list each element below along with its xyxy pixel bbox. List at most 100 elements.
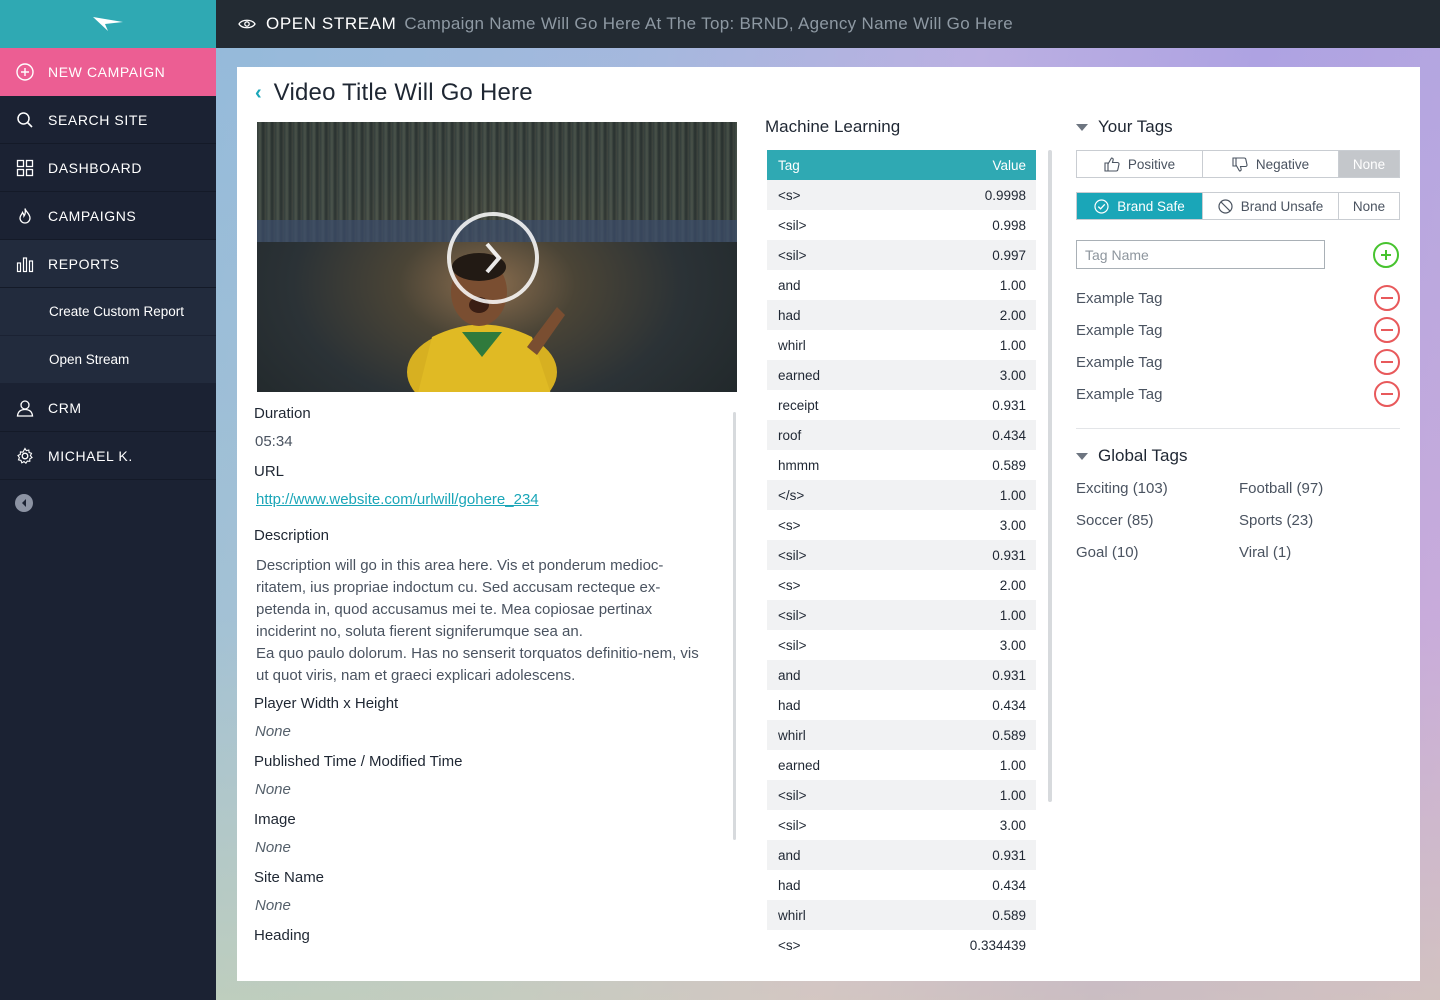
ml-value-cell: 0.931 — [992, 397, 1026, 413]
global-tags-header[interactable]: Global Tags — [1076, 446, 1187, 466]
global-tag[interactable]: Viral (1) — [1239, 544, 1291, 561]
url-label: URL — [254, 463, 285, 480]
global-tag[interactable]: Exciting (103) — [1076, 480, 1168, 497]
collapse-sidebar-button[interactable] — [15, 494, 33, 512]
ml-tag-cell: had — [778, 877, 801, 893]
video-player[interactable] — [257, 122, 737, 392]
ml-value-cell: 0.998 — [992, 217, 1026, 233]
ml-tag-cell: <sil> — [778, 247, 807, 263]
sidebar-item-label: CRM — [48, 399, 82, 416]
play-icon — [485, 242, 502, 274]
ml-scrollbar[interactable] — [1048, 150, 1052, 802]
sidebar-item-reports[interactable]: REPORTS — [0, 240, 216, 288]
ml-tag-cell: and — [778, 847, 801, 863]
table-row: <s> 0.334439 — [767, 930, 1036, 960]
ml-value-cell: 3.00 — [999, 637, 1026, 653]
ml-tag-cell: and — [778, 667, 801, 683]
sidebar-subitem-create-custom-report[interactable]: Create Custom Report — [0, 288, 216, 336]
back-chevron-icon[interactable]: ‹ — [255, 82, 262, 105]
ml-value-cell: 3.00 — [999, 517, 1026, 533]
positive-option[interactable]: Positive — [1077, 151, 1203, 177]
logo[interactable] — [0, 0, 216, 48]
bar-chart-icon — [16, 255, 34, 273]
remove-tag-button[interactable] — [1374, 349, 1400, 375]
gear-icon — [16, 446, 34, 465]
ml-table: Tag Value <s> 0.9998 <sil> 0.998 <sil> 0.997 a… — [767, 150, 1036, 980]
remove-tag-button[interactable] — [1374, 381, 1400, 407]
ml-value-cell: 1.00 — [999, 607, 1026, 623]
minus-icon — [1381, 297, 1393, 299]
sidebar-subitem-open-stream[interactable]: Open Stream — [0, 336, 216, 384]
global-tag[interactable]: Soccer (85) — [1076, 512, 1154, 529]
remove-tag-button[interactable] — [1374, 285, 1400, 311]
table-row: had 2.00 — [767, 300, 1036, 330]
table-row: <s> 3.00 — [767, 510, 1036, 540]
eye-icon — [238, 18, 256, 30]
details-scrollbar[interactable] — [733, 412, 736, 840]
grid-icon — [16, 159, 34, 177]
brand-unsafe-option[interactable]: Brand Unsafe — [1203, 193, 1339, 219]
table-row: had 0.434 — [767, 870, 1036, 900]
ml-value-cell: 2.00 — [999, 577, 1026, 593]
sidebar-item-account[interactable]: MICHAEL K. — [0, 432, 216, 480]
ml-value-cell: 1.00 — [999, 487, 1026, 503]
main-card: ‹ Video Title Will Go Here Duration 05:3… — [237, 67, 1420, 981]
video-title: Video Title Will Go Here — [273, 79, 533, 106]
global-tag[interactable]: Goal (10) — [1076, 544, 1139, 561]
new-campaign-button[interactable]: NEW CAMPAIGN — [0, 48, 216, 96]
play-button[interactable] — [447, 212, 539, 304]
your-tags-header[interactable]: Your Tags — [1076, 117, 1173, 137]
brand-safe-option[interactable]: Brand Safe — [1077, 193, 1203, 219]
negative-label: Negative — [1255, 156, 1310, 172]
ml-value-cell: 0.589 — [992, 727, 1026, 743]
ml-value-cell: 0.334439 — [969, 937, 1026, 953]
sentiment-none-option[interactable]: None — [1339, 151, 1399, 177]
ml-value-cell: 0.931 — [992, 847, 1026, 863]
table-row: earned 3.00 — [767, 360, 1036, 390]
ml-tag-cell: had — [778, 307, 801, 323]
user-tag-label: Example Tag — [1076, 385, 1163, 403]
minus-icon — [1381, 393, 1393, 395]
url-link[interactable]: http://www.website.com/urlwill/gohere_23… — [256, 491, 724, 513]
tag-name-input[interactable] — [1076, 240, 1325, 269]
ml-value-cell: 2.00 — [999, 307, 1026, 323]
description-paragraph: Description will go in this area here. V… — [256, 557, 664, 640]
ml-value-cell: 0.434 — [992, 427, 1026, 443]
plus-icon — [1381, 250, 1391, 260]
top-bar: OPEN STREAM Campaign Name Will Go Here A… — [216, 0, 1440, 48]
global-tag[interactable]: Football (97) — [1239, 480, 1323, 497]
user-tag-label: Example Tag — [1076, 353, 1163, 371]
sidebar-item-search-site[interactable]: SEARCH SITE — [0, 96, 216, 144]
sidebar-item-crm[interactable]: CRM — [0, 384, 216, 432]
user-tag-row: Example Tag — [1076, 349, 1400, 375]
ml-value-cell: 1.00 — [999, 337, 1026, 353]
sidebar-item-label: MICHAEL K. — [48, 447, 133, 464]
image-label: Image — [254, 811, 296, 828]
ml-table-body: <s> 0.9998 <sil> 0.998 <sil> 0.997 and 1.00 had 2… — [767, 180, 1036, 960]
add-tag-button[interactable] — [1373, 242, 1399, 268]
ml-tag-cell: <sil> — [778, 547, 807, 563]
ml-col-value[interactable]: Value — [992, 158, 1026, 173]
ml-value-cell: 3.00 — [999, 367, 1026, 383]
ml-value-cell: 0.9998 — [984, 187, 1026, 203]
sidebar-item-campaigns[interactable]: CAMPAIGNS — [0, 192, 216, 240]
negative-option[interactable]: Negative — [1203, 151, 1339, 177]
remove-tag-button[interactable] — [1374, 317, 1400, 343]
minus-icon — [1381, 361, 1393, 363]
sentiment-none-label: None — [1352, 156, 1386, 172]
ml-value-cell: 1.00 — [999, 277, 1026, 293]
ml-tag-cell: whirl — [778, 727, 806, 743]
duration-label: Duration — [254, 405, 311, 422]
table-row: hmmm 0.589 — [767, 450, 1036, 480]
global-tag[interactable]: Sports (23) — [1239, 512, 1313, 529]
safety-none-option[interactable]: None — [1339, 193, 1399, 219]
ml-value-cell: 0.434 — [992, 697, 1026, 713]
ban-icon — [1218, 198, 1233, 214]
ml-tag-cell: hmmm — [778, 457, 820, 473]
flame-icon — [16, 207, 34, 225]
site-name-label: Site Name — [254, 869, 325, 886]
new-campaign-label: NEW CAMPAIGN — [48, 64, 166, 80]
sidebar-item-dashboard[interactable]: DASHBOARD — [0, 144, 216, 192]
ml-col-tag[interactable]: Tag — [778, 158, 800, 173]
sentiment-toggle: Positive Negative None — [1076, 150, 1400, 178]
